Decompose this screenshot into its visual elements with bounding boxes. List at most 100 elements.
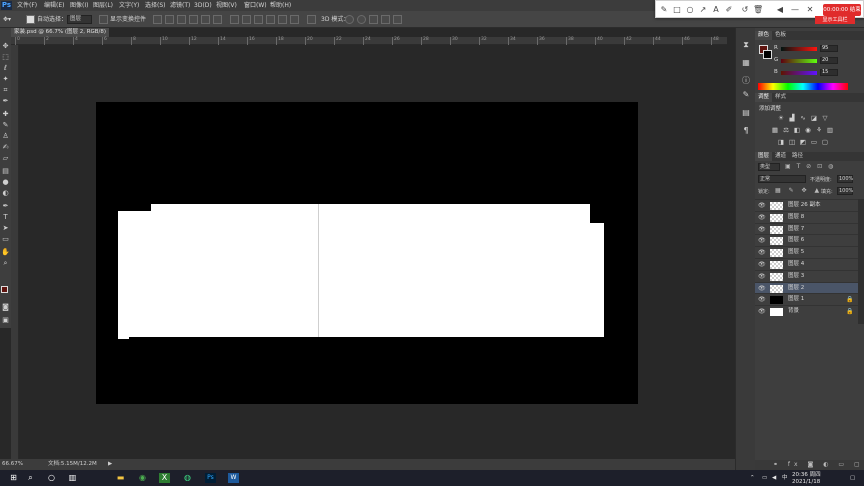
gradient-map-icon[interactable]: ▭ [810,138,818,146]
visibility-eye-icon[interactable]: 👁 [758,283,766,294]
windows-start-icon[interactable]: ⊞ [8,473,19,483]
visibility-eye-icon[interactable]: 👁 [758,200,766,211]
curves-icon[interactable]: ∿ [799,114,807,122]
menu-item-1[interactable]: 编辑(E) [44,1,64,10]
distribute-hcenter-icon[interactable] [278,15,287,24]
posterize-icon[interactable]: ◫ [788,138,796,146]
highlighter-icon[interactable]: ✐ [724,5,734,15]
zoom-level[interactable]: 66.67% [2,459,23,470]
arrow-icon[interactable]: ↗ [698,5,708,15]
visibility-eye-icon[interactable]: 👁 [758,294,766,305]
visibility-eye-icon[interactable]: 👁 [758,224,766,235]
layer-row[interactable]: 👁 图层 1 🔒 [755,293,858,305]
menu-item-8[interactable]: 视图(V) [216,1,237,10]
menu-item-3[interactable]: 图层(L) [93,1,113,10]
tab-adjustments[interactable]: 调整 [755,93,773,102]
file-explorer-icon[interactable]: ▬ [115,473,126,483]
r-slider[interactable] [781,47,817,51]
b-slider[interactable] [781,71,817,75]
r-value[interactable]: 95 [820,45,838,52]
path-select-tool-icon[interactable]: ➤ [1,224,10,233]
layer-row[interactable]: 👁 图层 7 [755,222,858,235]
align-vcenter-icon[interactable] [165,15,174,24]
brush-panel-icon[interactable]: ✎ [741,90,751,100]
minimize-icon[interactable]: — [790,5,800,15]
stamp-tool-icon[interactable]: ♙ [1,132,10,141]
dodge-tool-icon[interactable]: ◐ [1,189,10,198]
layer-row[interactable]: 👁 图层 26 副本 [755,199,858,211]
layer-footer-icons[interactable]: ⚭ fx ◙ ◐ ▭ ▢ 🗑 [755,460,864,478]
tab-layers[interactable]: 图层 [755,152,773,161]
lock-icons[interactable]: ▦ ✎ ✥ ▲ [775,187,822,194]
brightness-icon[interactable]: ☀ [777,114,785,122]
history-brush-tool-icon[interactable]: ✍ [1,143,10,152]
vertical-ruler[interactable] [11,45,19,459]
distribute-vcenter-icon[interactable] [242,15,251,24]
clock-date[interactable]: 2021/1/18 [792,479,820,485]
hue-saturation-icon[interactable]: ▦ [771,126,779,134]
layer-row[interactable]: 👁 图层 8 [755,210,858,223]
visibility-eye-icon[interactable]: 👁 [758,212,766,223]
tab-channels[interactable]: 通道 [772,152,789,161]
bg-color-preview[interactable] [763,50,772,59]
healing-tool-icon[interactable]: ✚ [1,110,10,119]
screen-mode-icon[interactable]: ▣ [1,316,10,325]
3d-pan-icon[interactable] [369,15,378,24]
distribute-left-icon[interactable] [266,15,275,24]
menu-item-6[interactable]: 滤镜(T) [170,1,190,10]
move-tool-icon[interactable]: ✥ [1,42,10,51]
3d-roll-icon[interactable] [357,15,366,24]
horizontal-ruler[interactable]: 0 2 4 6 8 10 12 14 16 18 20 22 24 26 28 30 32 34 36 38 40 42 4… [11,37,727,45]
menu-item-2[interactable]: 图像(I) [70,1,88,10]
network-icon[interactable]: ▭ [762,475,767,481]
g-slider[interactable] [781,59,817,63]
layer-row[interactable]: 👁 图层 3 [755,269,858,282]
menu-item-0[interactable]: 文件(F) [17,1,37,10]
circle-icon[interactable]: ○ [685,5,695,15]
distribute-top-icon[interactable] [230,15,239,24]
wechat-icon[interactable]: ◍ [182,473,193,483]
photo-filter-icon[interactable]: ◉ [804,126,812,134]
brush-tool-icon[interactable]: ✎ [1,121,10,130]
undo-icon[interactable]: ↺ [740,5,750,15]
exposure-icon[interactable]: ◪ [810,114,818,122]
layer-list-scrollbar[interactable] [858,199,864,324]
text-icon[interactable]: A [711,5,721,15]
align-right-icon[interactable] [213,15,222,24]
layer-row[interactable]: 👁 图层 6 [755,234,858,246]
menu-item-10[interactable]: 帮助(H) [270,1,291,10]
tab-styles[interactable]: 样式 [772,93,789,102]
recorder-sub-label[interactable]: 显示工具栏 [815,16,855,24]
photoshop-taskbar-icon[interactable]: Ps [205,473,216,483]
pen-tool-icon[interactable]: ✒ [1,202,10,211]
shape-tool-icon[interactable]: ▭ [1,235,10,244]
align-left-icon[interactable] [189,15,198,24]
visibility-eye-icon[interactable]: 👁 [758,259,766,270]
visibility-eye-icon[interactable]: 👁 [758,306,766,317]
tab-paths[interactable]: 路径 [789,152,806,161]
opacity-field[interactable]: 100% [837,175,853,183]
align-bottom-icon[interactable] [177,15,186,24]
paragraph-panel-icon[interactable]: ¶ [741,126,751,136]
info-panel-icon[interactable]: ⓘ [741,76,751,86]
foreground-color-swatch[interactable] [1,286,8,293]
invert-icon[interactable]: ◨ [777,138,785,146]
eyedropper-tool-icon[interactable]: ✒ [1,97,10,106]
visibility-eye-icon[interactable]: 👁 [758,271,766,282]
close-icon[interactable]: ✕ [805,5,815,15]
align-hcenter-icon[interactable] [201,15,210,24]
character-panel-icon[interactable]: ▤ [741,108,751,118]
auto-align-icon[interactable] [307,15,316,24]
type-tool-icon[interactable]: T [1,213,10,222]
distribute-right-icon[interactable] [290,15,299,24]
tab-swatches[interactable]: 色板 [772,31,789,40]
app-taskbar-icon[interactable]: W [228,473,239,483]
move-tool-preset-icon[interactable]: ✥▾ [3,14,11,25]
lasso-tool-icon[interactable]: ℓ [1,64,10,73]
layer-kind-filter[interactable]: 类型 [758,163,780,171]
layer-row[interactable]: 👁 背景 🔒 [755,305,858,317]
input-language[interactable]: 中 [782,475,788,481]
selective-color-icon[interactable]: ▢ [821,138,829,146]
auto-select-dropdown[interactable]: 图层 [67,15,92,24]
color-lookup-icon[interactable]: ▥ [826,126,834,134]
